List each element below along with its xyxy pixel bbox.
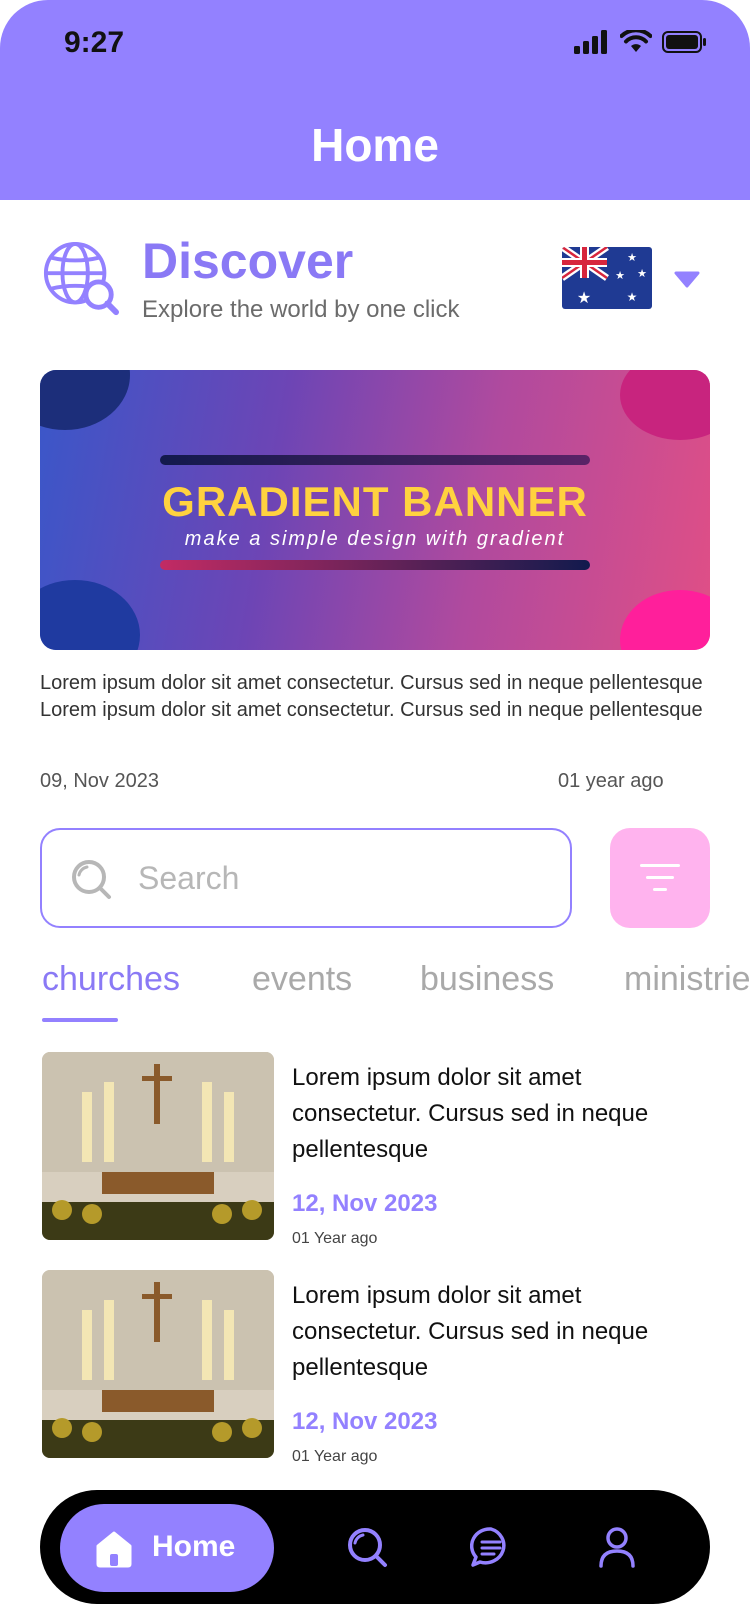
discover-title: Discover [142, 233, 354, 289]
search-box[interactable] [40, 828, 572, 928]
country-selector-flag[interactable]: ★ ★ ★ ★ ★ [562, 247, 652, 309]
banner-relative-time: 01 year ago [558, 770, 664, 792]
category-tabs: churches events business ministries [42, 960, 750, 1030]
banner-line-top [160, 455, 590, 465]
list-item[interactable]: Lorem ipsum dolor sit amet consectetur. … [42, 1270, 710, 1465]
discover-subtitle: Explore the world by one click [142, 296, 460, 323]
list-item[interactable]: Lorem ipsum dolor sit amet consectetur. … [42, 1052, 710, 1247]
battery-icon [662, 31, 706, 53]
tab-business[interactable]: business [420, 960, 554, 999]
svg-text:★: ★ [637, 268, 647, 280]
cellular-signal-icon [574, 30, 607, 54]
bottom-navigation: Home [40, 1490, 710, 1604]
banner-title: GRADIENT BANNER [162, 478, 588, 525]
church-altar-image [42, 1270, 274, 1458]
banner-subtitle: make a simple design with gradient [184, 528, 566, 550]
promo-banner[interactable]: GRADIENT BANNER make a simple design wit… [40, 370, 710, 650]
search-icon[interactable] [346, 1526, 388, 1568]
nav-home-label: Home [152, 1530, 236, 1563]
tab-churches[interactable]: churches [42, 960, 180, 999]
church-thumbnail [42, 1052, 274, 1240]
item-title: Lorem ipsum dolor sit amet consectetur. … [292, 1064, 649, 1163]
status-time: 9:27 [64, 26, 125, 59]
search-icon [72, 860, 111, 899]
banner-decoration [620, 370, 710, 440]
item-title: Lorem ipsum dolor sit amet consectetur. … [292, 1282, 649, 1381]
banner-line-bottom [160, 560, 590, 570]
banner-decoration [40, 370, 130, 430]
banner-decoration [620, 590, 710, 650]
nav-home-button[interactable]: Home [60, 1504, 274, 1592]
page-title: Home [311, 119, 439, 171]
chat-icon[interactable] [470, 1526, 512, 1568]
svg-text:★: ★ [577, 290, 591, 307]
svg-text:★: ★ [627, 290, 638, 304]
filter-icon [640, 864, 680, 867]
status-icons [574, 30, 708, 54]
globe-search-icon [43, 241, 120, 316]
tab-events[interactable]: events [252, 960, 352, 999]
church-altar-image [42, 1052, 274, 1240]
wifi-icon [620, 30, 652, 52]
filter-button[interactable] [610, 828, 710, 928]
item-date: 12, Nov 2023 [292, 1190, 438, 1217]
home-icon [96, 1531, 132, 1568]
app-header: 9:27 Home [0, 0, 750, 200]
search-input[interactable] [138, 852, 538, 904]
chevron-down-icon[interactable] [674, 270, 700, 288]
banner-decoration [40, 580, 140, 650]
item-relative-time: 01 Year ago [292, 1230, 378, 1247]
svg-text:★: ★ [627, 252, 637, 264]
profile-icon[interactable] [596, 1526, 638, 1568]
item-date: 12, Nov 2023 [292, 1408, 438, 1435]
banner-date: 09, Nov 2023 [40, 770, 159, 792]
australia-flag-icon: ★ ★ ★ ★ ★ [562, 247, 652, 309]
item-relative-time: 01 Year ago [292, 1448, 378, 1465]
tab-ministries[interactable]: ministries [624, 960, 750, 999]
svg-text:★: ★ [615, 270, 625, 282]
banner-description: Lorem ipsum dolor sit amet consectetur. … [40, 672, 703, 721]
church-thumbnail [42, 1270, 274, 1458]
active-tab-indicator [42, 1018, 118, 1022]
